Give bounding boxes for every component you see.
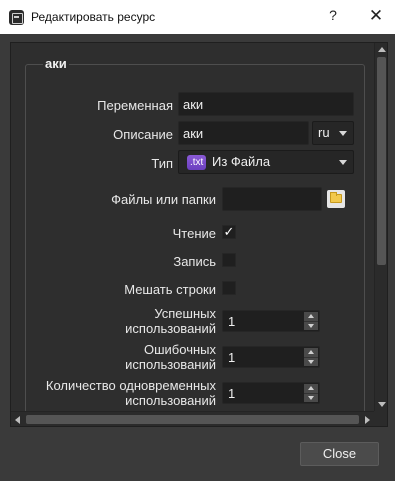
spin-up-icon[interactable] [304, 348, 318, 357]
horizontal-scrollbar[interactable] [11, 411, 374, 426]
files-input[interactable] [222, 187, 322, 211]
type-select[interactable]: .txt Из Файла [178, 150, 354, 174]
folder-icon [330, 192, 342, 203]
help-button[interactable]: ? [322, 7, 344, 27]
form-scroll-area[interactable]: аки Переменная аки Описание аки ru Тип .… [10, 42, 388, 427]
success-uses-label-line1: Успешных [154, 306, 216, 321]
vertical-scrollbar[interactable] [374, 43, 387, 411]
error-uses-label-line1: Ошибочных [144, 342, 216, 357]
window-title: Редактировать ресурс [31, 10, 156, 24]
success-uses-value: 1 [228, 314, 236, 329]
spin-down-icon[interactable] [304, 321, 318, 330]
spin-down-icon[interactable] [304, 357, 318, 366]
concurrent-uses-label-line1: Количество одновременных [45, 378, 216, 393]
success-uses-spinbox[interactable]: 1 [222, 310, 320, 332]
close-window-button[interactable]: ✕ [364, 5, 388, 27]
concurrent-uses-label: Количество одновременных использований [21, 378, 216, 408]
shuffle-checkbox[interactable] [222, 281, 236, 295]
scroll-down-icon[interactable] [378, 402, 386, 407]
chevron-down-icon [339, 131, 347, 136]
read-label: Чтение [172, 226, 216, 241]
dialog-body: аки Переменная аки Описание аки ru Тип .… [0, 34, 395, 481]
success-uses-label-line2: использований [125, 321, 216, 336]
write-label: Запись [173, 254, 216, 269]
variable-input[interactable]: аки [178, 92, 354, 116]
spin-up-icon[interactable] [304, 312, 318, 321]
variable-label: Переменная [97, 98, 173, 113]
files-label: Файлы или папки [111, 192, 216, 207]
spin-down-icon[interactable] [304, 393, 318, 402]
browse-button[interactable] [327, 190, 345, 208]
error-uses-label: Ошибочных использований [51, 342, 216, 372]
type-label: Тип [151, 156, 173, 171]
shuffle-label: Мешать строки [124, 282, 216, 297]
error-uses-label-line2: использований [125, 357, 216, 372]
type-value: Из Файла [212, 154, 271, 169]
concurrent-uses-label-line2: использований [125, 393, 216, 408]
vertical-scroll-thumb[interactable] [377, 57, 386, 265]
scroll-left-icon[interactable] [15, 416, 20, 424]
resource-group-box [25, 64, 365, 426]
title-bar: Редактировать ресурс ? ✕ [0, 0, 395, 34]
app-icon [9, 10, 24, 25]
description-label: Описание [113, 127, 173, 142]
read-checkbox[interactable]: ✓ [222, 225, 236, 239]
description-input[interactable]: аки [178, 121, 309, 145]
language-select[interactable]: ru [312, 121, 354, 145]
write-checkbox[interactable] [222, 253, 236, 267]
language-value: ru [318, 125, 330, 140]
error-uses-spinbox[interactable]: 1 [222, 346, 320, 368]
group-title: аки [43, 56, 69, 71]
concurrent-uses-spinbox[interactable]: 1 [222, 382, 320, 404]
scrollbar-corner [374, 411, 387, 426]
chevron-down-icon [339, 160, 347, 165]
scroll-right-icon[interactable] [365, 416, 370, 424]
text-file-icon: .txt [187, 155, 207, 170]
horizontal-scroll-thumb[interactable] [26, 415, 359, 424]
scroll-up-icon[interactable] [378, 47, 386, 52]
success-uses-label: Успешных использований [51, 306, 216, 336]
close-button[interactable]: Close [300, 442, 379, 466]
spin-up-icon[interactable] [304, 384, 318, 393]
error-uses-value: 1 [228, 350, 236, 365]
concurrent-uses-value: 1 [228, 386, 236, 401]
